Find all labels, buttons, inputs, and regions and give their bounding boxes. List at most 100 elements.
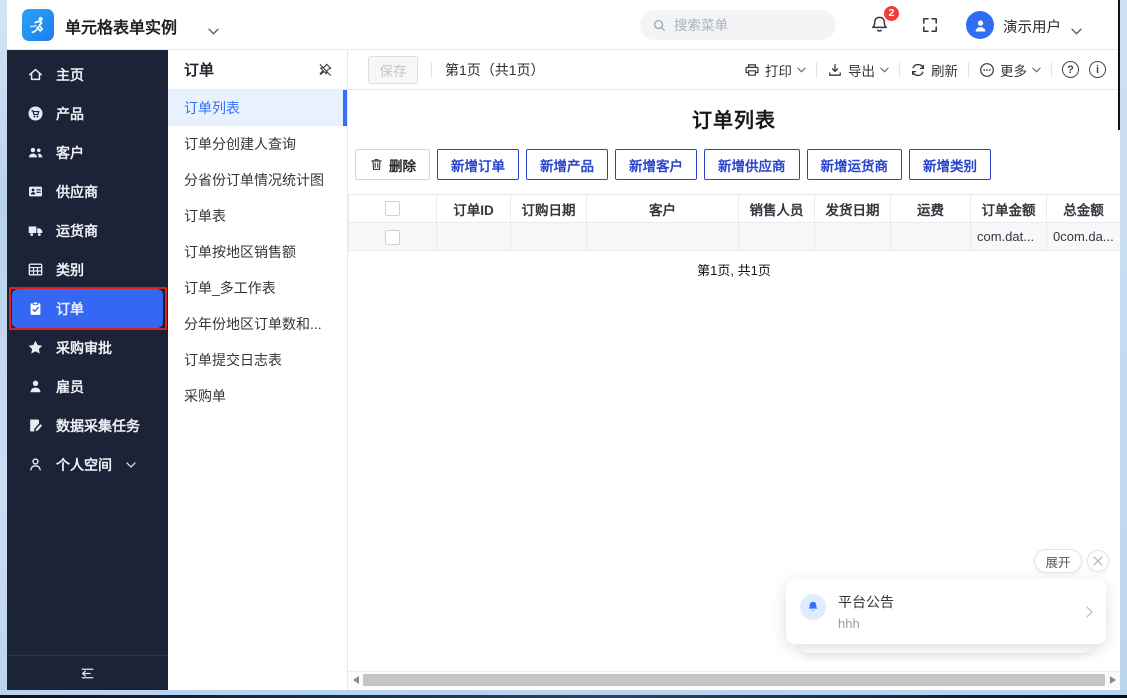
main-sidebar: 主页 产品 客户 供应商 运货商 类别 订单 采购审批 雇员 数据采集任务 个人… — [7, 50, 168, 690]
submenu-item-order-list[interactable]: 订单列表 — [168, 90, 347, 126]
table-cell[interactable]: com.dat... — [970, 222, 1047, 251]
button-label: 新增供应商 — [718, 158, 786, 174]
app-title-chevron-down-icon[interactable] — [208, 22, 219, 40]
add-order-button[interactable]: 新增订单 — [437, 149, 519, 180]
pagination-text: 第1页, 共1页 — [697, 263, 771, 278]
user-name[interactable]: 演示用户 — [1003, 16, 1061, 37]
user-menu-chevron-down-icon[interactable] — [1071, 22, 1082, 40]
sidebar-item-label: 供应商 — [56, 183, 98, 200]
toolbar-divider — [899, 61, 900, 78]
submenu-item-order-table[interactable]: 订单表 — [168, 198, 347, 234]
sidebar-item-label: 客户 — [56, 144, 84, 161]
submenu-item-label: 订单_多工作表 — [184, 280, 276, 296]
refresh-button[interactable]: 刷新 — [910, 60, 958, 80]
notification-expand-button[interactable]: 展开 — [1034, 549, 1082, 573]
app-logo — [22, 9, 54, 41]
user-icon — [975, 20, 985, 31]
window-frame-right — [1118, 0, 1127, 690]
page-title: 订单列表 — [692, 110, 776, 132]
info-icon[interactable]: i — [1089, 61, 1106, 78]
sidebar-item-data-collection-tasks[interactable]: 数据采集任务 — [7, 406, 168, 445]
printer-icon — [744, 62, 760, 78]
search-box[interactable] — [640, 10, 836, 40]
main-toolbar: 保存 第1页（共1页） 打印 导出 刷新 更多 ? i — [348, 50, 1120, 90]
table-cell[interactable] — [814, 222, 891, 251]
help-glyph: ? — [1067, 63, 1074, 76]
sidebar-item-shippers[interactable]: 运货商 — [7, 211, 168, 250]
sidebar-item-categories[interactable]: 类别 — [7, 250, 168, 289]
close-icon — [1093, 556, 1103, 566]
submenu-item-label: 订单按地区销售额 — [184, 244, 296, 260]
sidebar-item-products[interactable]: 产品 — [7, 94, 168, 133]
refresh-label: 刷新 — [931, 63, 958, 79]
submenu-item-order-by-creator[interactable]: 订单分创建人查询 — [168, 126, 347, 162]
scroll-right-arrow[interactable] — [1105, 672, 1120, 689]
sidebar-item-suppliers[interactable]: 供应商 — [7, 172, 168, 211]
button-label: 删除 — [389, 158, 416, 174]
print-button[interactable]: 打印 — [744, 60, 806, 80]
export-button[interactable]: 导出 — [827, 60, 889, 80]
chevron-down-icon — [126, 461, 136, 468]
sidebar-collapse-button[interactable] — [7, 655, 168, 690]
table-cell[interactable] — [890, 222, 971, 251]
fullscreen-icon[interactable] — [921, 16, 939, 39]
chevron-right-icon — [1086, 605, 1093, 623]
submenu-item-order-sales-by-region[interactable]: 订单按地区销售额 — [168, 234, 347, 270]
shipper-truck-icon — [27, 222, 44, 239]
horizontal-scrollbar[interactable] — [348, 671, 1120, 688]
header-checkbox-cell — [348, 194, 437, 223]
table-cell[interactable] — [586, 222, 739, 251]
sidebar-item-personal-space[interactable]: 个人空间 — [7, 445, 168, 484]
toolbar-divider — [1051, 61, 1052, 78]
search-input[interactable] — [674, 17, 814, 33]
toolbar-divider — [431, 61, 432, 78]
unpin-icon[interactable] — [317, 62, 333, 78]
sidebar-item-purchase-approval[interactable]: 采购审批 — [7, 328, 168, 367]
sidebar-item-orders[interactable]: 订单 — [9, 287, 167, 330]
submenu-item-order-multi-sheet[interactable]: 订单_多工作表 — [168, 270, 347, 306]
submenu-item-order-count-by-year-region[interactable]: 分年份地区订单数和... — [168, 306, 347, 342]
export-download-icon — [827, 62, 843, 78]
column-header: 总金额 — [1046, 194, 1120, 223]
sidebar-item-customers[interactable]: 客户 — [7, 133, 168, 172]
column-header: 订单金额 — [970, 194, 1047, 223]
submenu-item-label: 分省份订单情况统计图 — [184, 172, 324, 188]
help-icon[interactable]: ? — [1062, 61, 1079, 78]
row-checkbox[interactable] — [385, 229, 400, 245]
table-cell[interactable] — [436, 222, 511, 251]
add-customer-button[interactable]: 新增客户 — [615, 149, 697, 180]
sidebar-item-home[interactable]: 主页 — [7, 55, 168, 94]
user-avatar[interactable] — [966, 11, 994, 39]
button-label: 新增客户 — [629, 158, 683, 174]
chevron-down-icon — [797, 67, 806, 73]
scrollbar-thumb[interactable] — [363, 674, 1105, 686]
delete-button[interactable]: 删除 — [355, 149, 430, 180]
add-product-button[interactable]: 新增产品 — [526, 149, 608, 180]
submenu-item-label: 采购单 — [184, 388, 226, 404]
employee-icon — [27, 378, 44, 395]
add-supplier-button[interactable]: 新增供应商 — [704, 149, 800, 180]
table-cell[interactable] — [738, 222, 815, 251]
platform-announcement-card[interactable]: 平台公告 hhh — [786, 579, 1106, 644]
save-button[interactable]: 保存 — [368, 55, 418, 84]
table-cell[interactable]: 0com.da... — [1046, 222, 1120, 251]
more-button[interactable]: 更多 — [979, 60, 1041, 80]
sidebar-item-label: 运货商 — [56, 222, 98, 239]
notification-close-button[interactable] — [1087, 550, 1109, 572]
submenu-item-order-stats-by-province[interactable]: 分省份订单情况统计图 — [168, 162, 347, 198]
add-category-button[interactable]: 新增类别 — [909, 149, 991, 180]
table-cell[interactable] — [510, 222, 587, 251]
select-all-checkbox[interactable] — [385, 201, 400, 217]
app-title: 单元格表单实例 — [65, 20, 178, 37]
orders-table: 订单ID 订购日期 客户 销售人员 发货日期 运费 订单金额 总金额 com.d… — [348, 194, 1120, 251]
column-header: 运费 — [890, 194, 971, 223]
submenu-item-order-submit-log[interactable]: 订单提交日志表 — [168, 342, 347, 378]
action-button-row: 删除 新增订单 新增产品 新增客户 新增供应商 新增运货商 新增类别 — [355, 149, 1120, 180]
add-shipper-button[interactable]: 新增运货商 — [806, 149, 902, 180]
submenu-item-purchase-order[interactable]: 采购单 — [168, 378, 347, 414]
chevron-down-icon — [880, 67, 889, 73]
button-label: 新增运货商 — [820, 158, 889, 174]
scroll-left-arrow[interactable] — [348, 672, 363, 689]
submenu-item-label: 订单提交日志表 — [184, 352, 282, 368]
sidebar-item-employees[interactable]: 雇员 — [7, 367, 168, 406]
